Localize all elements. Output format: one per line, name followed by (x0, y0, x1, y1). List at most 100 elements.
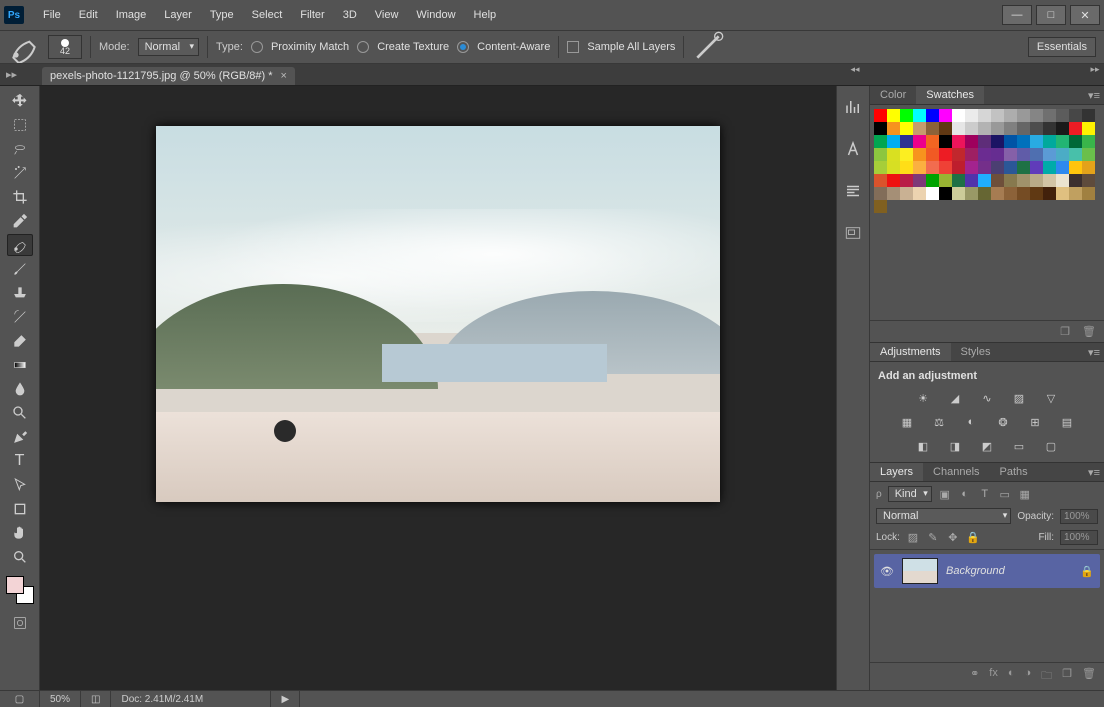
filter-type-icon[interactable]: T (978, 487, 992, 501)
swatch[interactable] (1056, 122, 1069, 135)
menu-filter[interactable]: Filter (291, 5, 333, 25)
panel-menu-icon[interactable]: ▾≡ (1088, 466, 1100, 479)
swatch[interactable] (913, 161, 926, 174)
swatch[interactable] (939, 148, 952, 161)
layer-fx-icon[interactable]: fx (989, 667, 998, 686)
new-fill-adjust-icon[interactable]: ◑ (1025, 667, 1032, 686)
swatch[interactable] (1043, 174, 1056, 187)
swatch[interactable] (1082, 148, 1095, 161)
collapse-panels-icon[interactable]: ◂◂ (846, 64, 864, 76)
swatch[interactable] (1017, 122, 1030, 135)
tab-layers[interactable]: Layers (870, 463, 923, 481)
swatch[interactable] (1017, 174, 1030, 187)
pen-tool[interactable] (7, 426, 33, 448)
zoom-tool[interactable] (7, 546, 33, 568)
filter-pixel-icon[interactable]: ▣ (938, 487, 952, 501)
swatch[interactable] (991, 109, 1004, 122)
swatch[interactable] (1017, 109, 1030, 122)
swatch[interactable] (926, 109, 939, 122)
foreground-background-colors[interactable] (6, 576, 34, 604)
tab-styles[interactable]: Styles (951, 343, 1001, 361)
minimize-button[interactable]: — (1002, 5, 1032, 25)
swatch[interactable] (965, 122, 978, 135)
swatch[interactable] (939, 122, 952, 135)
opacity-input[interactable]: 100% (1060, 509, 1098, 524)
swatch[interactable] (991, 161, 1004, 174)
swatch[interactable] (965, 135, 978, 148)
fill-input[interactable]: 100% (1060, 530, 1098, 545)
expand-panels-icon[interactable]: ▸▸ (1086, 64, 1104, 76)
type-radio-content-aware[interactable]: Content-Aware (457, 41, 550, 53)
blend-mode-select[interactable]: Normal (876, 508, 1011, 524)
swatch[interactable] (874, 135, 887, 148)
document-canvas[interactable] (156, 126, 720, 502)
brightness-icon[interactable]: ☀ (914, 390, 932, 406)
swatch[interactable] (874, 174, 887, 187)
tab-paths[interactable]: Paths (990, 463, 1038, 481)
swatch[interactable] (887, 187, 900, 200)
quick-mask-toggle[interactable] (7, 612, 33, 634)
navigator-icon[interactable] (842, 222, 864, 244)
filter-adjust-icon[interactable]: ◐ (958, 487, 972, 501)
swatch[interactable] (1069, 109, 1082, 122)
workspace-essentials-button[interactable]: Essentials (1028, 37, 1096, 57)
lock-pixels-icon[interactable]: ✎ (926, 531, 940, 545)
exposure-icon[interactable]: ▨ (1010, 390, 1028, 406)
tab-channels[interactable]: Channels (923, 463, 989, 481)
delete-layer-icon[interactable]: 🗑 (1082, 667, 1096, 686)
sample-all-layers-checkbox[interactable]: Sample All Layers (567, 41, 675, 53)
close-tab-icon[interactable]: × (281, 70, 287, 82)
paragraph-icon[interactable] (842, 180, 864, 202)
swatch[interactable] (991, 135, 1004, 148)
swatch[interactable] (1004, 148, 1017, 161)
eraser-tool[interactable] (7, 330, 33, 352)
menu-layer[interactable]: Layer (155, 5, 201, 25)
swatch[interactable] (874, 122, 887, 135)
swatch[interactable] (887, 161, 900, 174)
curves-icon[interactable]: ∿ (978, 390, 996, 406)
swatch[interactable] (952, 122, 965, 135)
swatch[interactable] (926, 135, 939, 148)
new-group-icon[interactable]: 🗀 (1041, 667, 1052, 686)
bw-icon[interactable]: ◐ (962, 414, 980, 430)
swatch[interactable] (1069, 161, 1082, 174)
selective-color-icon[interactable]: ▢ (1042, 438, 1060, 454)
swatch[interactable] (991, 148, 1004, 161)
swatch[interactable] (965, 174, 978, 187)
swatch[interactable] (926, 148, 939, 161)
swatch[interactable] (1043, 187, 1056, 200)
tabstrip-handle[interactable]: ▸▸ (0, 63, 40, 85)
swatch[interactable] (1017, 161, 1030, 174)
swatch[interactable] (900, 109, 913, 122)
swatch[interactable] (1030, 148, 1043, 161)
swatch[interactable] (1004, 174, 1017, 187)
swatch[interactable] (874, 148, 887, 161)
swatch[interactable] (874, 187, 887, 200)
swatch[interactable] (913, 109, 926, 122)
current-tool-icon[interactable] (8, 36, 40, 58)
hue-sat-icon[interactable]: ▦ (898, 414, 916, 430)
swatch[interactable] (874, 200, 887, 213)
swatch[interactable] (978, 148, 991, 161)
swatch[interactable] (952, 161, 965, 174)
swatch[interactable] (978, 187, 991, 200)
swatch[interactable] (913, 135, 926, 148)
swatch[interactable] (1030, 174, 1043, 187)
screen-mode-icon[interactable]: ▢ (0, 691, 40, 707)
move-tool[interactable] (7, 90, 33, 112)
swatch[interactable] (900, 187, 913, 200)
gradient-tool[interactable] (7, 354, 33, 376)
brush-preset-picker[interactable]: 42 (48, 35, 82, 59)
swatch[interactable] (1030, 161, 1043, 174)
swatch[interactable] (1082, 122, 1095, 135)
magic-wand-tool[interactable] (7, 162, 33, 184)
swatch[interactable] (1004, 187, 1017, 200)
histogram-icon[interactable] (842, 96, 864, 118)
photo-filter-icon[interactable]: ❂ (994, 414, 1012, 430)
menu-type[interactable]: Type (201, 5, 243, 25)
swatch[interactable] (952, 174, 965, 187)
swatch[interactable] (939, 135, 952, 148)
swatch[interactable] (978, 174, 991, 187)
swatch[interactable] (926, 122, 939, 135)
swatch[interactable] (1043, 122, 1056, 135)
